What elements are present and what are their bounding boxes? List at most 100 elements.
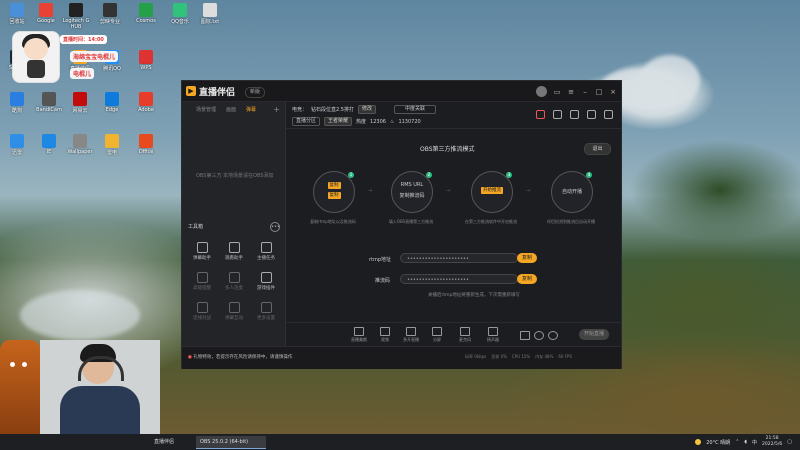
tool-label: 观看助手 [225,256,243,261]
network-icon[interactable]: ⌃ [735,439,739,445]
tool-icon [260,242,272,253]
desktop-icon[interactable]: 网易云 [66,92,94,114]
desktop-icon-label: 剪映专业 [99,19,120,25]
desktop-icon[interactable]: WPS [132,50,160,71]
app-icon [103,3,117,17]
minimize-icon[interactable]: – [581,88,589,96]
obs-mode-title: OBS第三方推流模式 [420,146,475,153]
live-time-badge: 直播时间：14:00 [60,35,107,44]
desktop-icon[interactable]: 雷电 [98,134,126,156]
desktop-icon[interactable]: Adobe [132,92,160,113]
app-icon [42,134,56,148]
stat-item: 丢帧 0% [491,354,507,359]
copy-key-button[interactable]: 复制 [517,274,537,284]
desktop-icon[interactable]: 迅雷 [3,134,31,156]
camera-icon[interactable] [520,331,530,341]
desktop-icon[interactable]: Google [32,3,60,24]
viewer-count: 12306 [370,118,386,125]
version-badge[interactable]: 新版 [245,87,266,98]
tool-item[interactable]: 弹幕互动 [218,302,250,321]
arrow-icon: → [446,188,451,194]
step-1-copy-button-b[interactable]: 复制 [327,192,341,199]
desktop-icon[interactable]: Office [132,134,160,155]
tab-scenes[interactable]: 场景管理 [196,106,216,118]
exit-obs-mode-button[interactable]: 退出 [584,143,611,155]
microphone-button[interactable]: 麦克风 [452,327,478,343]
tool-label: 连线对战 [193,316,211,321]
tool-label: 多人连麦 [225,286,243,291]
anime-avatar-image [12,31,60,83]
start-live-button[interactable]: 开始直播 [579,329,609,340]
close-icon[interactable]: × [609,88,617,96]
feedback-icon[interactable]: ▭ [553,88,561,96]
volume-icon[interactable]: ◖ [744,439,747,445]
desktop-icon[interactable]: 图标.txt [196,3,224,25]
record-icon[interactable] [534,331,544,341]
rtmp-url-field[interactable]: ••••••••••••••••••••• [400,253,518,263]
beauty-button[interactable]: 直播美颜 [346,327,372,343]
ime-icon[interactable]: 中 [752,439,757,446]
desktop-icon[interactable]: 酷狗 [3,92,31,114]
tab-danmaku[interactable]: 弹幕 [246,106,256,118]
settings-icon[interactable] [570,110,579,119]
app-icon [203,3,217,17]
tool-item[interactable]: 弹幕助手 [186,242,218,261]
stat-item: CPU 15% [511,354,531,359]
toolbox-title: 工具箱 [188,224,204,230]
desktop-icon[interactable]: Cosmos [132,3,160,24]
desktop-icon-label: Adobe [138,107,154,113]
multi-live-button[interactable]: 多开直播 [398,327,424,343]
status-bar: ● 礼物特效，若提示存在风险请保持中，请谨慎操作 码率 0kbps 丢帧 0% CP… [182,346,621,369]
user-avatar[interactable] [536,86,547,97]
app-icon [10,92,24,106]
category-label: 直播分区 [292,117,321,126]
step-3-start-push-button[interactable]: 开始推流 [481,187,503,194]
desktop-icon[interactable]: Wallpaper [66,134,94,155]
title-bar: ▶ 直播伴侣 新版 ▭ ≡ – □ × [182,81,621,102]
edit-title-button[interactable]: 修改 [357,105,376,114]
gift-icon[interactable] [536,110,545,119]
desktop-icon[interactable]: IE [35,134,63,155]
toolbox-grid: 弹幕助手 观看助手 主播任务高能提醒 多人连麦 游戏插件连线对战 弹幕互动 更多设置 [186,242,282,321]
notification-icon[interactable]: ▢ [787,439,792,445]
toolbox-settings-icon[interactable]: ••• [270,222,280,232]
clock[interactable]: 21:58 2022/5/6 [762,436,782,448]
step-1-copy-button-a[interactable]: 复制 [327,182,341,189]
maximize-icon[interactable]: □ [595,88,603,96]
menu-icon[interactable]: ≡ [567,88,575,96]
share-icon[interactable] [604,110,613,119]
speaker-button[interactable]: 扬声器 [480,327,506,343]
mode-select[interactable]: 中度关联 [393,105,436,114]
lock-icon[interactable] [553,110,562,119]
streamer-nick-badge: 电棍儿 [70,68,95,79]
category-select[interactable]: 王者荣耀 [324,117,353,126]
bell-icon[interactable] [587,110,596,119]
add-scene-button[interactable]: + [273,105,280,114]
desktop-icon[interactable]: QQ音乐 [166,3,194,25]
tab-screen[interactable]: 画面 [226,106,236,118]
tool-item[interactable]: 观看助手 [218,242,250,261]
stream-key-field[interactable]: ••••••••••••••••••••• [400,274,518,284]
tool-item[interactable]: 多人连麦 [218,272,250,291]
step-2-line2: 复制推流码 [399,193,425,199]
tool-item[interactable]: 游戏插件 [250,272,282,291]
copy-rtmp-button[interactable]: 复制 [517,253,537,263]
video-button[interactable]: 视频 [372,327,398,343]
left-panel: 场景管理 画面 弹幕 + OBS第三方 本地场景请在OBS添加 工具箱 ••• … [182,102,286,346]
tool-label: 更多设置 [257,316,275,321]
desktop-icon[interactable]: 回收站 [3,3,31,25]
tool-label: 主播任务 [257,256,275,261]
desktop-icon[interactable]: 剪映专业 [96,3,124,25]
tool-item[interactable]: 主播任务 [250,242,282,261]
gear-icon[interactable] [548,331,558,341]
tool-item[interactable]: 高能提醒 [186,272,218,291]
tool-item[interactable]: 连线对战 [186,302,218,321]
tool-item[interactable]: 更多设置 [250,302,282,321]
taskbar-obs[interactable]: OBS 25.0.2 (64-bit) [196,436,266,449]
desktop-icon[interactable]: Logitech G HUB [62,3,90,30]
desktop-icon[interactable]: BandiCam [35,92,63,113]
step-4-caption: 伴侣检测到推流后自动开播 [547,219,595,224]
split-screen-button[interactable]: 分屏 [424,327,450,343]
desktop-icon[interactable]: Edge [98,92,126,113]
taskbar-live-companion[interactable]: 直播伴侣 [150,436,178,448]
